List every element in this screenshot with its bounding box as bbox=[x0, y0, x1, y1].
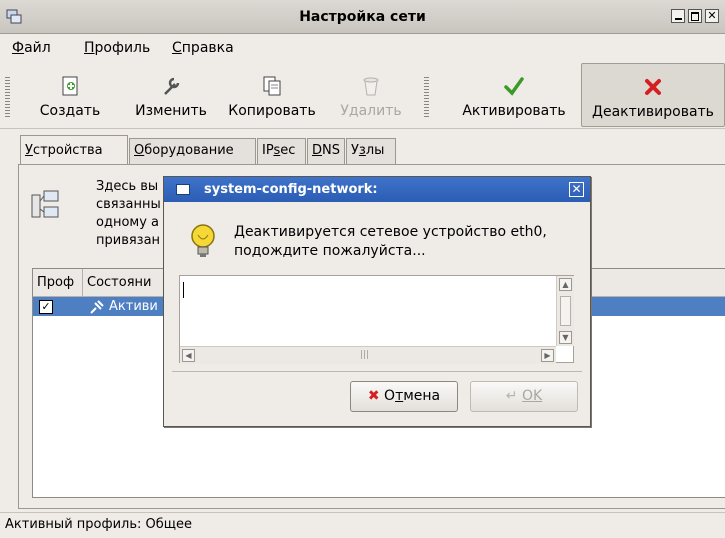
dialog-titlebar[interactable]: system-config-network: ✕ bbox=[164, 177, 590, 202]
cancel-button[interactable]: ✖ Отмена bbox=[350, 381, 458, 412]
desc-line-4: привязан bbox=[96, 233, 161, 248]
close-icon: ✕ bbox=[571, 182, 582, 196]
ok-icon: ↵ bbox=[505, 388, 518, 404]
desc-line-3: одному а bbox=[96, 215, 159, 230]
trash-icon bbox=[360, 75, 382, 97]
tab-hosts-label: лы bbox=[365, 143, 385, 158]
tab-hardware-label: борудование bbox=[144, 143, 234, 158]
edit-label: Изменить bbox=[135, 103, 207, 119]
tab-dns[interactable]: DNS bbox=[307, 138, 345, 164]
ok-label: K bbox=[533, 388, 543, 404]
tab-hardware[interactable]: Оборудование bbox=[129, 138, 256, 164]
delete-label: Удалить bbox=[340, 103, 402, 119]
activate-button[interactable]: Активировать bbox=[452, 63, 576, 127]
device-status: Активи bbox=[109, 299, 158, 314]
tab-hosts-accel: з bbox=[358, 143, 366, 158]
ok-label-accel: O bbox=[521, 388, 534, 404]
edit-button[interactable]: Изменить bbox=[125, 63, 217, 127]
tab-dns-accel: D bbox=[312, 143, 323, 158]
desc-line-1: Здесь вы bbox=[96, 179, 159, 194]
output-textarea[interactable]: ▲ ▼ ◀ ||| ▶ bbox=[179, 275, 574, 364]
menu-profile-accel: П bbox=[84, 40, 95, 56]
lightbulb-icon bbox=[188, 221, 218, 261]
red-x-icon bbox=[642, 76, 664, 98]
activate-label: Активировать bbox=[462, 103, 566, 119]
window-menu-icon[interactable] bbox=[176, 184, 190, 195]
menu-profile-label: рофиль bbox=[94, 40, 151, 56]
horizontal-scrollbar[interactable]: ◀ ||| ▶ bbox=[180, 346, 556, 364]
status-text: Активный профиль: Общее bbox=[5, 517, 193, 532]
menu-file-label: айл bbox=[24, 40, 51, 56]
deactivate-button[interactable]: Деактивировать bbox=[581, 63, 725, 127]
tab-devices-label: стройства bbox=[32, 143, 103, 158]
copy-label: Копировать bbox=[228, 103, 316, 119]
vertical-scroll-thumb[interactable] bbox=[560, 296, 571, 326]
close-icon: ✕ bbox=[707, 9, 717, 22]
profile-checkbox[interactable]: ✓ bbox=[39, 300, 53, 314]
scroll-left-button[interactable]: ◀ bbox=[182, 349, 195, 362]
tab-hardware-accel: О bbox=[134, 143, 145, 158]
panel-description: Здесь вы связанны одному а привязан bbox=[96, 178, 161, 250]
dialog-title: system-config-network: bbox=[204, 182, 378, 197]
tab-ipsec-pre: IP bbox=[262, 143, 274, 158]
ok-button[interactable]: ↵ OK bbox=[470, 381, 578, 412]
menubar: Файл Профиль Справка bbox=[0, 35, 725, 62]
tab-hosts[interactable]: Узлы bbox=[346, 138, 396, 164]
tab-hosts-pre: У bbox=[351, 143, 359, 158]
delete-button[interactable]: Удалить bbox=[336, 63, 406, 127]
text-caret bbox=[183, 282, 184, 298]
minimize-button[interactable] bbox=[671, 9, 685, 23]
scroll-right-button[interactable]: ▶ bbox=[541, 349, 554, 362]
close-button[interactable]: ✕ bbox=[705, 9, 719, 23]
menu-profile[interactable]: Профиль bbox=[84, 35, 150, 62]
menu-help-accel: С bbox=[172, 40, 182, 56]
toolbar-grip[interactable] bbox=[5, 77, 10, 119]
deactivate-label: Деактивировать bbox=[592, 104, 714, 120]
cancel-label-pre: О bbox=[384, 388, 396, 404]
column-profile[interactable]: Проф bbox=[33, 269, 83, 296]
tab-devices-accel: У bbox=[25, 143, 33, 158]
copy-icon bbox=[261, 75, 283, 97]
window-title: Настройка сети bbox=[299, 9, 426, 25]
tab-ipsec-label: ec bbox=[280, 143, 296, 158]
wrench-icon bbox=[160, 75, 182, 97]
copy-button[interactable]: Копировать bbox=[222, 63, 322, 127]
menu-file[interactable]: Файл bbox=[12, 35, 51, 62]
menu-help-label: правка bbox=[181, 40, 234, 56]
horizontal-scroll-thumb[interactable]: ||| bbox=[360, 351, 370, 360]
progress-dialog: system-config-network: ✕ Деактивируется … bbox=[163, 176, 591, 427]
dialog-message-line-1: Деактивируется сетевое устройство eth0, bbox=[234, 224, 547, 240]
desc-line-2: связанны bbox=[96, 197, 161, 212]
statusbar: Активный профиль: Общее bbox=[0, 512, 725, 538]
cancel-label: мена bbox=[403, 388, 441, 404]
dialog-close-button[interactable]: ✕ bbox=[569, 182, 584, 197]
menu-file-accel: Ф bbox=[12, 40, 25, 56]
minimize-icon bbox=[674, 18, 682, 20]
dialog-message-line-2: подождите пожалуйста... bbox=[234, 243, 426, 259]
checkmark-icon bbox=[503, 75, 525, 97]
tab-dns-label: NS bbox=[322, 143, 340, 158]
vertical-scrollbar[interactable]: ▲ ▼ bbox=[556, 276, 574, 346]
create-label: Создать bbox=[39, 103, 101, 119]
dialog-separator bbox=[172, 371, 582, 372]
maximize-icon bbox=[691, 12, 699, 21]
scroll-down-button[interactable]: ▼ bbox=[559, 331, 572, 344]
menu-help[interactable]: Справка bbox=[172, 35, 234, 62]
toolbar-grip-2[interactable] bbox=[424, 77, 429, 119]
plug-icon bbox=[89, 299, 105, 315]
network-devices-icon bbox=[30, 187, 60, 227]
create-button[interactable]: Создать bbox=[36, 63, 104, 127]
new-document-icon bbox=[59, 75, 81, 97]
scroll-up-button[interactable]: ▲ bbox=[559, 278, 572, 291]
maximize-button[interactable] bbox=[688, 9, 702, 23]
window-titlebar[interactable]: Настройка сети ✕ bbox=[0, 0, 725, 34]
toolbar: Создать Изменить Копировать Удалить Акти… bbox=[0, 63, 725, 129]
dialog-message: Деактивируется сетевое устройство eth0, … bbox=[234, 223, 547, 261]
tab-devices[interactable]: Устройства bbox=[20, 135, 128, 165]
cancel-label-accel: т bbox=[395, 388, 404, 404]
cancel-icon: ✖ bbox=[367, 388, 380, 404]
tab-ipsec[interactable]: IPsec bbox=[257, 138, 306, 164]
